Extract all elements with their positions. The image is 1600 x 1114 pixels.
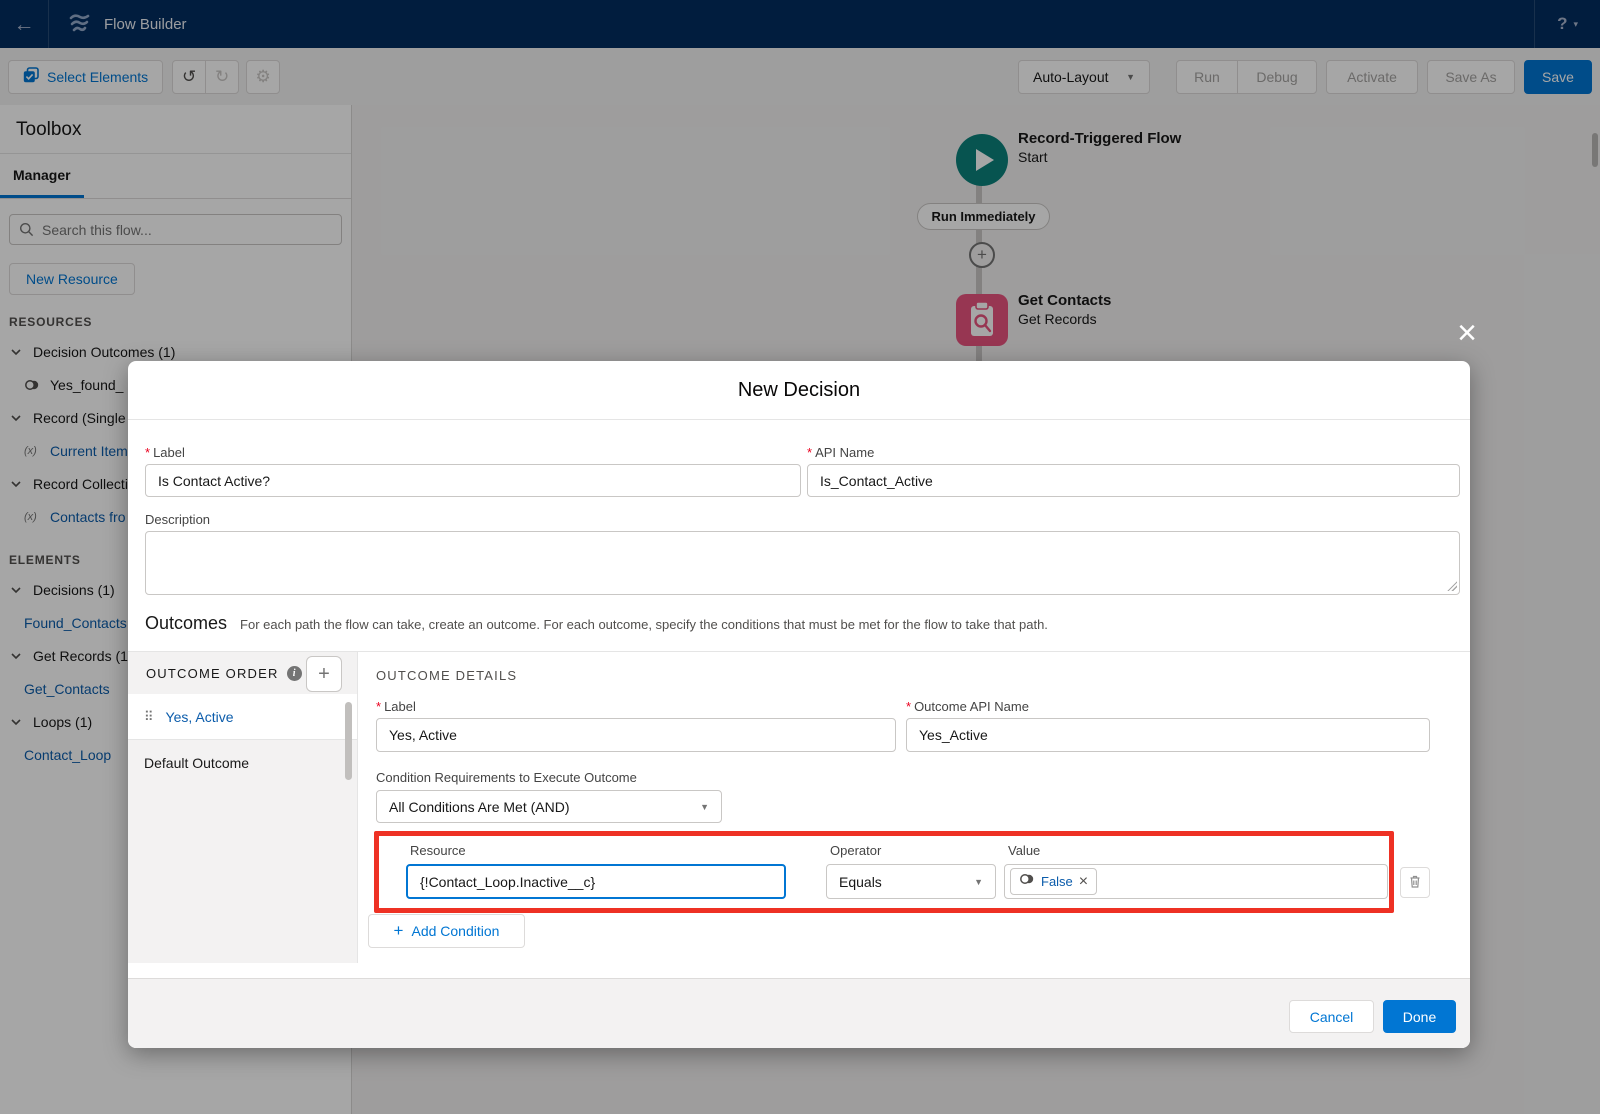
toggle-icon: [1019, 871, 1035, 892]
outcomes-section: Outcome Order i + ⠿ Yes, Active Default …: [128, 651, 1470, 963]
chevron-down-icon: ▼: [700, 802, 709, 812]
add-condition-label: Add Condition: [411, 923, 499, 939]
drag-handle-icon[interactable]: ⠿: [144, 709, 154, 725]
outcomes-title: Outcomes: [145, 613, 227, 634]
label-input[interactable]: [145, 464, 801, 497]
outcome-item-yes-active[interactable]: ⠿ Yes, Active: [128, 694, 357, 740]
cancel-label: Cancel: [1310, 1009, 1354, 1025]
plus-icon: +: [318, 663, 330, 686]
outcome-order-panel: Outcome Order i + ⠿ Yes, Active Default …: [128, 652, 358, 963]
add-outcome-button[interactable]: +: [306, 656, 342, 692]
outcome-api-input[interactable]: [906, 718, 1430, 752]
flow-builder-screen: ← Flow Builder ? ▾ Select Elemen: [0, 0, 1600, 1114]
outcome-order-label: Outcome Order: [146, 666, 279, 681]
operator-label: Operator: [830, 843, 881, 858]
condition-requirements-select[interactable]: All Conditions Are Met (AND) ▼: [376, 790, 722, 823]
outcome-item-label: Default Outcome: [144, 755, 249, 771]
resource-label: Resource: [410, 843, 466, 858]
cancel-button[interactable]: Cancel: [1289, 1000, 1374, 1033]
chevron-down-icon: ▼: [974, 877, 983, 887]
api-name-input[interactable]: [807, 464, 1460, 497]
info-icon[interactable]: i: [287, 666, 302, 681]
trash-icon: [1408, 874, 1422, 892]
description-textarea[interactable]: [145, 531, 1460, 595]
close-icon[interactable]: ×: [1452, 318, 1482, 348]
outcomes-heading: Outcomes For each path the flow can take…: [145, 613, 1048, 634]
done-label: Done: [1403, 1009, 1436, 1025]
outcomes-description: For each path the flow can take, create …: [240, 617, 1048, 632]
label-field-label: Label: [145, 445, 185, 460]
remove-value-icon[interactable]: ×: [1079, 874, 1088, 890]
api-name-field-label: API Name: [807, 445, 874, 460]
textarea-resize-handle[interactable]: [1446, 580, 1457, 591]
outcome-label-input[interactable]: [376, 718, 896, 752]
value-pill: False ×: [1010, 868, 1097, 895]
outcome-list-scrollbar[interactable]: [345, 702, 352, 780]
condition-requirements-value: All Conditions Are Met (AND): [389, 799, 570, 815]
value-combobox[interactable]: False ×: [1004, 864, 1388, 899]
outcome-item-default[interactable]: Default Outcome: [128, 740, 357, 786]
modal-title: New Decision: [128, 361, 1470, 420]
value-label: Value: [1008, 843, 1040, 858]
outcome-api-field-label: Outcome API Name: [906, 699, 1029, 714]
new-decision-modal: New Decision Label API Name Description …: [128, 361, 1470, 1048]
outcome-details-header: Outcome Details: [376, 668, 517, 683]
done-button[interactable]: Done: [1383, 1000, 1456, 1033]
description-field-label: Description: [145, 512, 210, 527]
add-condition-button[interactable]: + Add Condition: [368, 914, 525, 948]
resource-input[interactable]: [406, 864, 786, 899]
plus-icon: +: [394, 921, 404, 941]
condition-requirements-label: Condition Requirements to Execute Outcom…: [376, 770, 637, 785]
value-pill-label: False: [1041, 874, 1073, 889]
outcome-item-label: Yes, Active: [166, 709, 234, 725]
delete-condition-button[interactable]: [1400, 867, 1430, 898]
outcome-label-field-label: Label: [376, 699, 416, 714]
operator-value: Equals: [839, 874, 882, 890]
modal-footer: Cancel Done: [128, 978, 1470, 1048]
operator-select[interactable]: Equals ▼: [826, 864, 996, 899]
